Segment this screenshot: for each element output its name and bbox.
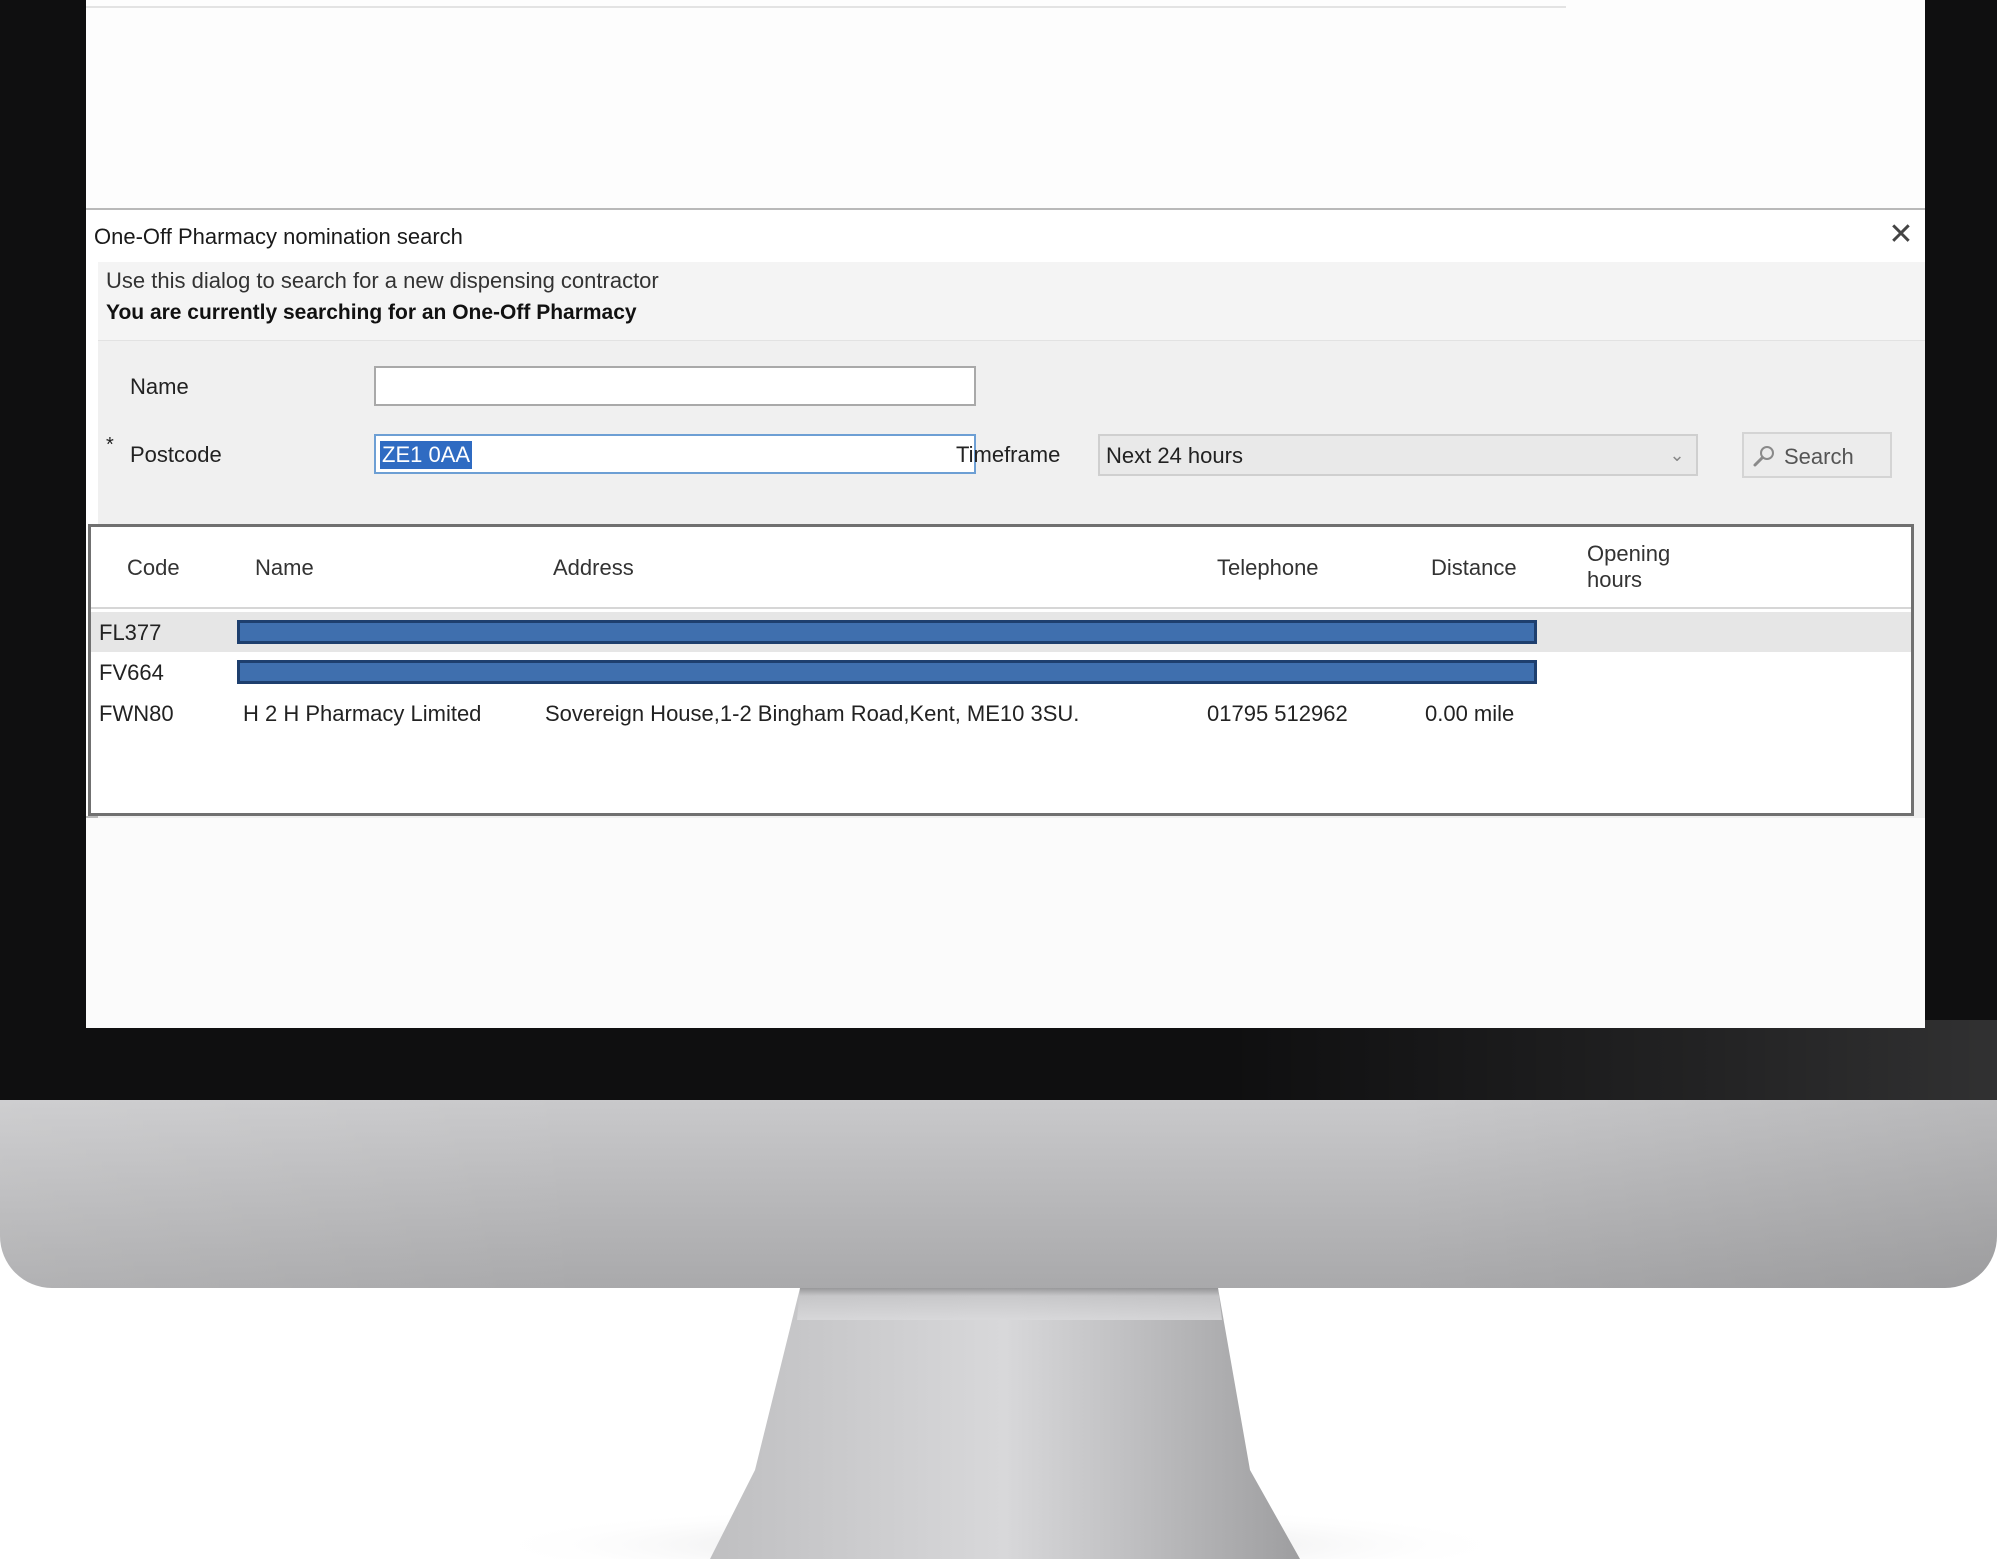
name-input[interactable] [374, 366, 976, 406]
cell-name: H 2 H Pharmacy Limited [243, 701, 482, 726]
dialog-titlebar: One-Off Pharmacy nomination search ✕ [86, 210, 1925, 262]
search-button-label: Search [1784, 444, 1854, 469]
required-asterisk: * [106, 434, 114, 456]
redacted-details [237, 660, 1537, 684]
redacted-details [237, 620, 1537, 644]
cell-distance: 0.00 mile [1425, 701, 1515, 726]
table-row[interactable]: FWN80 H 2 H Pharmacy Limited Sovereign H… [91, 693, 1911, 733]
monitor-chin-shading [0, 1100, 1997, 1288]
cell-code: FWN80 [99, 701, 174, 726]
stand-neck-shadow [797, 1288, 1222, 1320]
search-icon [1753, 446, 1774, 467]
cell-address: Sovereign House,1-2 Bingham Road,Kent, M… [545, 701, 1080, 726]
chevron-down-icon: ⌄ [1669, 445, 1685, 465]
stand-shadow [480, 1505, 1520, 1559]
column-header-name[interactable]: Name [255, 555, 314, 581]
cell-telephone: 01795 512962 [1207, 701, 1348, 726]
table-row[interactable]: FL377 [91, 612, 1911, 652]
postcode-input[interactable]: ZE1 0AA [374, 434, 976, 474]
search-button[interactable]: Search [1742, 432, 1892, 478]
close-icon[interactable]: ✕ [1886, 220, 1916, 250]
background-app-bottom [86, 818, 1925, 1028]
postcode-selected-value: ZE1 0AA [380, 441, 473, 469]
timeframe-label: Timeframe [956, 442, 1061, 467]
results-empty-area [91, 735, 1911, 813]
monitor-screen: One-Off Pharmacy nomination search ✕ Use… [86, 0, 1925, 1028]
column-header-code[interactable]: Code [127, 555, 180, 581]
banner-search-mode: You are currently searching for an One-O… [106, 301, 637, 324]
results-header: Code Name Address Telephone Distance Ope… [91, 527, 1911, 609]
bezel-glare [1230, 1020, 1997, 1105]
results-table: Code Name Address Telephone Distance Ope… [88, 524, 1914, 816]
info-banner: Use this dialog to search for a new disp… [98, 262, 1925, 341]
stand-neck [710, 1288, 1300, 1559]
column-header-telephone[interactable]: Telephone [1217, 555, 1319, 581]
postcode-label: Postcode [130, 442, 222, 467]
timeframe-select[interactable]: Next 24 hours ⌄ [1098, 434, 1698, 476]
dialog-title: One-Off Pharmacy nomination search [94, 224, 463, 249]
column-header-distance[interactable]: Distance [1431, 555, 1517, 581]
background-app-top [86, 0, 1925, 208]
background-app-divider [86, 0, 1566, 8]
banner-instruction: Use this dialog to search for a new disp… [106, 268, 659, 293]
table-row[interactable]: FV664 [91, 652, 1911, 692]
column-header-address[interactable]: Address [553, 555, 634, 581]
column-header-opening-hours[interactable]: Opening hours [1587, 541, 1697, 593]
timeframe-selected-value: Next 24 hours [1106, 443, 1243, 468]
product-photo: One-Off Pharmacy nomination search ✕ Use… [0, 0, 1997, 1559]
name-label: Name [130, 374, 189, 399]
cell-code: FL377 [99, 620, 162, 645]
cell-code: FV664 [99, 660, 164, 685]
